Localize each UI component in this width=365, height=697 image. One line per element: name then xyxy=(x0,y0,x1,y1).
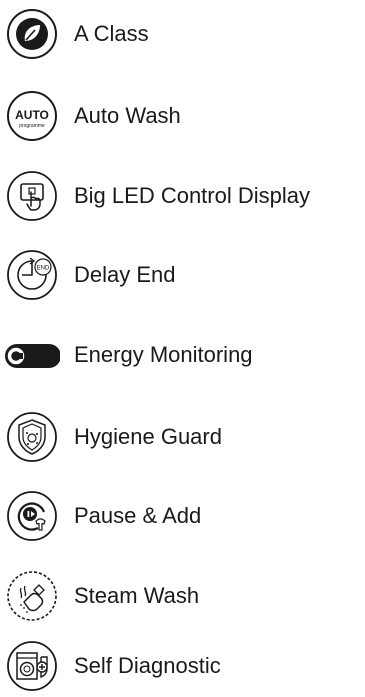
feature-label: Energy Monitoring xyxy=(74,342,253,367)
pause-add-icon xyxy=(4,488,60,544)
feature-label: Big LED Control Display xyxy=(74,183,310,208)
feature-hygiene-guard: Hygiene Guard xyxy=(0,409,365,465)
feature-list: A Class AUTO programme Auto Wash Big LED… xyxy=(0,0,365,697)
delay-end-icon: END xyxy=(4,247,60,303)
feature-auto-wash: AUTO programme Auto Wash xyxy=(0,88,365,144)
self-diagnostic-icon xyxy=(4,638,60,694)
svg-text:AUTO: AUTO xyxy=(15,108,49,122)
feature-pause-add: Pause & Add xyxy=(0,488,365,544)
feature-delay-end: END Delay End xyxy=(0,247,365,303)
auto-programme-icon: AUTO programme xyxy=(4,88,60,144)
feature-steam-wash: Steam Wash xyxy=(0,568,365,624)
svg-text:END: END xyxy=(37,266,50,272)
feature-a-class: A Class xyxy=(0,6,365,62)
feature-label: Pause & Add xyxy=(74,503,202,528)
feature-big-led-display: Big LED Control Display xyxy=(0,168,365,224)
feature-label: Delay End xyxy=(74,262,176,287)
hygiene-shield-icon xyxy=(4,409,60,465)
feature-self-diagnostic: Self Diagnostic xyxy=(0,638,365,694)
feature-label: Auto Wash xyxy=(74,103,181,128)
energy-monitoring-icon xyxy=(4,327,60,383)
feature-label: Self Diagnostic xyxy=(74,653,221,678)
leaf-icon xyxy=(4,6,60,62)
svg-text:programme: programme xyxy=(19,123,45,129)
feature-label: Hygiene Guard xyxy=(74,424,222,449)
feature-label: A Class xyxy=(74,21,149,46)
steam-wash-icon xyxy=(4,568,60,624)
feature-label: Steam Wash xyxy=(74,583,200,608)
feature-energy-monitoring: Energy Monitoring xyxy=(0,327,365,383)
touch-display-icon xyxy=(4,168,60,224)
